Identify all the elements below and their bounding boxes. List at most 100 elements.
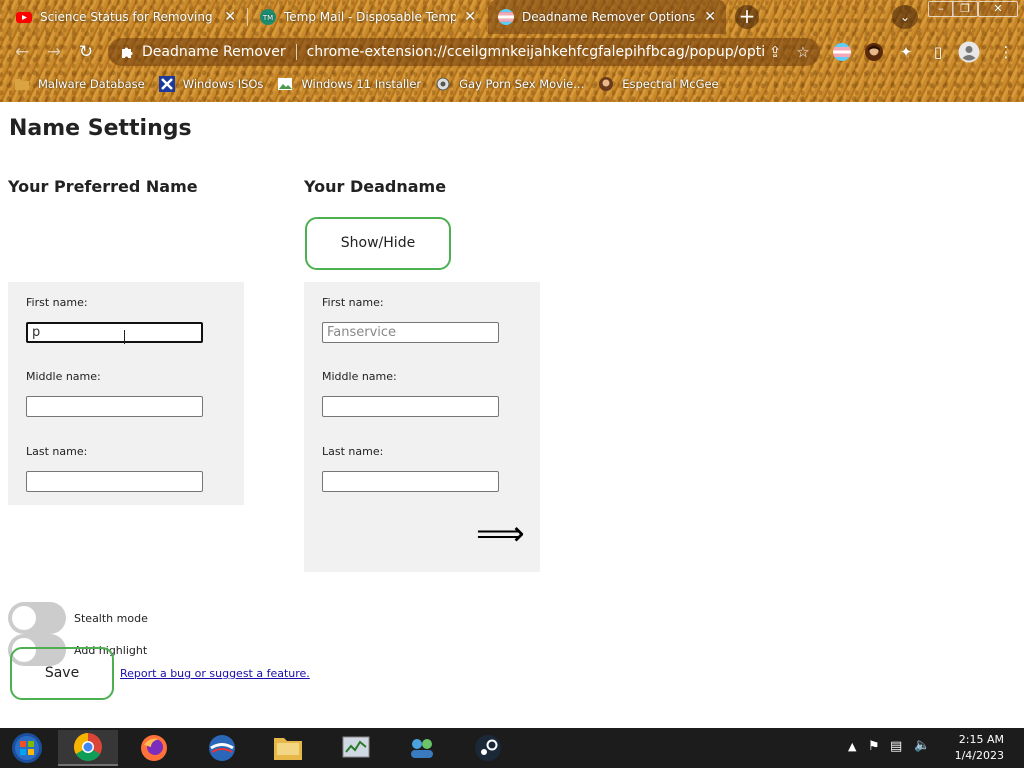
close-tab-icon[interactable]: ✕ <box>224 9 236 25</box>
close-tab-icon[interactable]: ✕ <box>464 9 476 25</box>
taskbar-firefox[interactable] <box>124 730 184 766</box>
bookmark-windows-11-installer[interactable]: Windows 11 Installer <box>277 76 421 92</box>
system-clock[interactable]: 2:15 AM 1/4/2023 <box>955 732 1004 764</box>
address-bar[interactable]: Deadname Remover chrome-extension://ccei… <box>108 38 820 66</box>
minimize-window-icon[interactable]: – <box>928 1 954 17</box>
stealth-mode-label: Stealth mode <box>74 611 148 625</box>
puzzle-piece-icon <box>122 47 133 58</box>
trans-flag-extension-icon[interactable] <box>832 42 852 62</box>
new-tab-button[interactable]: + <box>735 5 759 29</box>
taskbar-chrome[interactable] <box>58 730 118 766</box>
browser-toolbar: ← → ↻ Deadname Remover chrome-extension:… <box>0 34 1024 70</box>
save-button[interactable]: Save <box>10 647 114 700</box>
back-arrow-icon[interactable]: ← <box>10 40 34 64</box>
deadname-heading: Your Deadname <box>304 177 447 196</box>
image-icon <box>278 78 293 90</box>
network-icon[interactable]: ▤ <box>890 739 902 754</box>
tab-title: Temp Mail - Disposable Temporary <box>284 10 456 24</box>
text-cursor-icon <box>124 330 125 344</box>
page-title: Name Settings <box>9 116 192 141</box>
address-divider <box>295 44 297 60</box>
bookmark-label: Windows ISOs <box>182 77 264 91</box>
taskbar-osu[interactable] <box>192 730 252 766</box>
avatar-icon <box>599 77 614 91</box>
last-name-label: Last name: <box>26 445 88 458</box>
bookmark-star-icon[interactable]: ☆ <box>792 43 814 61</box>
clock-date: 1/4/2023 <box>954 749 1004 762</box>
preferred-last-name-input[interactable] <box>26 471 203 492</box>
tab-separator <box>247 8 248 26</box>
windows-taskbar: ▲ ⚑ ▤ 🔈 2:15 AM 1/4/2023 <box>0 728 1024 768</box>
action-center-flag-icon[interactable]: ⚑ <box>868 739 880 754</box>
taskbar-task-manager[interactable] <box>326 730 386 766</box>
tab-deadname-remover-options[interactable]: Deadname Remover Options ✕ <box>488 0 726 34</box>
bookmarks-bar: Malware Database Windows ISOs Windows 11… <box>0 70 1024 98</box>
deadname-panel: First name: Middle name: Last name: ⟹ <box>304 282 540 572</box>
forward-arrow-icon[interactable]: → <box>42 40 66 64</box>
deadname-middle-name-input[interactable] <box>322 396 499 417</box>
bookmark-gay-porn-sex-movie[interactable]: Gay Porn Sex Movie... <box>435 76 584 92</box>
last-name-label: Last name: <box>322 445 384 458</box>
stealth-mode-toggle[interactable] <box>8 602 66 634</box>
profile-icon[interactable] <box>958 41 980 63</box>
close-window-icon[interactable]: ✕ <box>978 1 1018 17</box>
bookmark-windows-isos[interactable]: Windows ISOs <box>158 76 264 92</box>
kebab-menu-icon[interactable]: ⋮ <box>994 40 1018 64</box>
bookmark-label: Windows 11 Installer <box>301 77 422 91</box>
preferred-name-panel: First name: Middle name: Last name: <box>8 282 244 505</box>
x-logo-icon <box>158 76 175 92</box>
clock-time: 2:15 AM <box>958 733 1004 746</box>
toggle-knob <box>12 606 36 630</box>
preferred-middle-name-input[interactable] <box>26 396 203 417</box>
start-button[interactable] <box>0 730 54 766</box>
first-name-label: First name: <box>26 296 88 309</box>
youtube-icon <box>16 12 32 23</box>
tab-temp-mail[interactable]: TM Temp Mail - Disposable Temporary ✕ <box>250 0 486 34</box>
show-hidden-icons-chevron-icon[interactable]: ▲ <box>848 740 856 753</box>
deadname-first-name-input[interactable] <box>322 322 499 343</box>
tab-strip: Science Status for Removing Porn ✕ TM Te… <box>0 0 1024 34</box>
firefox-icon <box>141 735 167 761</box>
browser-chrome: Science Status for Removing Porn ✕ TM Te… <box>0 0 1024 102</box>
site-label: Deadname Remover <box>142 44 286 60</box>
first-name-label: First name: <box>322 296 384 309</box>
people-icon <box>411 739 433 758</box>
svg-text:TM: TM <box>262 14 273 22</box>
preferred-name-heading: Your Preferred Name <box>8 177 198 196</box>
reload-icon[interactable]: ↻ <box>74 40 98 64</box>
tab-science-status[interactable]: Science Status for Removing Porn ✕ <box>6 0 246 34</box>
folder-icon <box>15 79 29 90</box>
side-panel-icon[interactable]: ▯ <box>926 40 950 64</box>
url-text[interactable]: chrome-extension://cceilgmnkeijahkehfcgf… <box>307 44 764 60</box>
taskbar-file-explorer[interactable] <box>258 730 318 766</box>
avatar-extension-icon[interactable] <box>864 42 884 62</box>
options-page: Name Settings Your Preferred Name Your D… <box>0 102 1024 728</box>
stealth-mode-row: Stealth mode <box>8 602 148 634</box>
windows-start-orb-icon <box>12 733 42 763</box>
deadname-last-name-input[interactable] <box>322 471 499 492</box>
bookmark-espectral-mcgee[interactable]: Espectral McGee <box>598 76 719 92</box>
chrome-icon <box>74 733 102 761</box>
preferred-first-name-input[interactable] <box>26 322 203 343</box>
tempmail-icon: TM <box>260 9 276 25</box>
chart-window-icon <box>342 736 370 758</box>
share-icon[interactable]: ⇪ <box>764 43 786 61</box>
trans-flag-icon <box>498 9 514 25</box>
tab-title: Deadname Remover Options <box>522 10 696 24</box>
show-hide-button[interactable]: Show/Hide <box>305 217 451 270</box>
extensions-puzzle-icon[interactable]: ✦ <box>894 40 918 64</box>
bookmark-malware-database[interactable]: Malware Database <box>14 76 145 92</box>
report-bug-link[interactable]: Report a bug or suggest a feature. <box>120 667 310 680</box>
taskbar-people[interactable] <box>392 730 452 766</box>
middle-name-label: Middle name: <box>26 370 101 383</box>
tab-search-chevron-icon[interactable]: ⌄ <box>892 5 918 29</box>
bookmark-label: Gay Porn Sex Movie... <box>459 77 585 91</box>
folder-icon <box>274 738 302 760</box>
gear-icon <box>436 77 450 91</box>
taskbar-steam[interactable] <box>458 730 518 766</box>
right-double-arrow-icon: ⟹ <box>476 514 525 554</box>
volume-icon[interactable]: 🔈 <box>914 738 930 753</box>
close-tab-icon[interactable]: ✕ <box>704 9 716 25</box>
bookmark-label: Espectral McGee <box>622 77 719 91</box>
restore-window-icon[interactable]: ❐ <box>952 1 978 17</box>
